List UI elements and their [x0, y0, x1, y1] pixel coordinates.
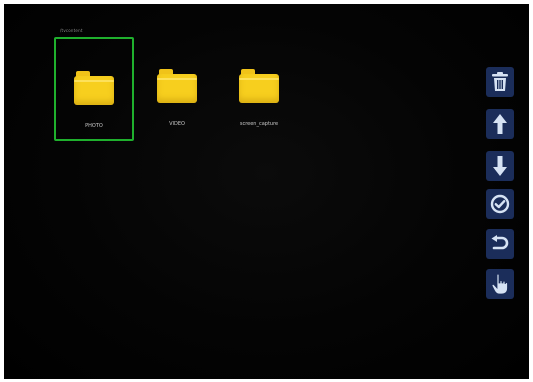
arrow-down-icon	[493, 156, 507, 176]
check-circle-icon	[490, 194, 510, 214]
folder-label: PHOTO	[85, 123, 103, 129]
tv-screen: /tvcontent PHOTO VIDEO screen_capture	[4, 4, 529, 379]
confirm-button[interactable]	[486, 189, 514, 219]
folder-icon	[157, 69, 197, 103]
folder-icon	[74, 71, 114, 105]
folder-label: VIDEO	[169, 121, 185, 127]
move-down-button[interactable]	[486, 151, 514, 181]
trash-icon	[492, 72, 508, 91]
folder-label: screen_capture	[239, 121, 279, 127]
folder-icon	[239, 69, 279, 103]
folder-photo[interactable]: PHOTO	[54, 37, 134, 141]
folder-video[interactable]: VIDEO	[137, 37, 217, 141]
pointing-hand-icon	[491, 273, 508, 295]
breadcrumb: /tvcontent	[60, 28, 83, 33]
arrow-up-icon	[493, 114, 507, 134]
undo-icon	[491, 235, 509, 250]
delete-button[interactable]	[486, 67, 514, 97]
folder-screen-capture[interactable]: screen_capture	[219, 37, 299, 141]
move-up-button[interactable]	[486, 109, 514, 139]
touch-mode-button[interactable]	[486, 269, 514, 299]
back-button[interactable]	[486, 229, 514, 259]
